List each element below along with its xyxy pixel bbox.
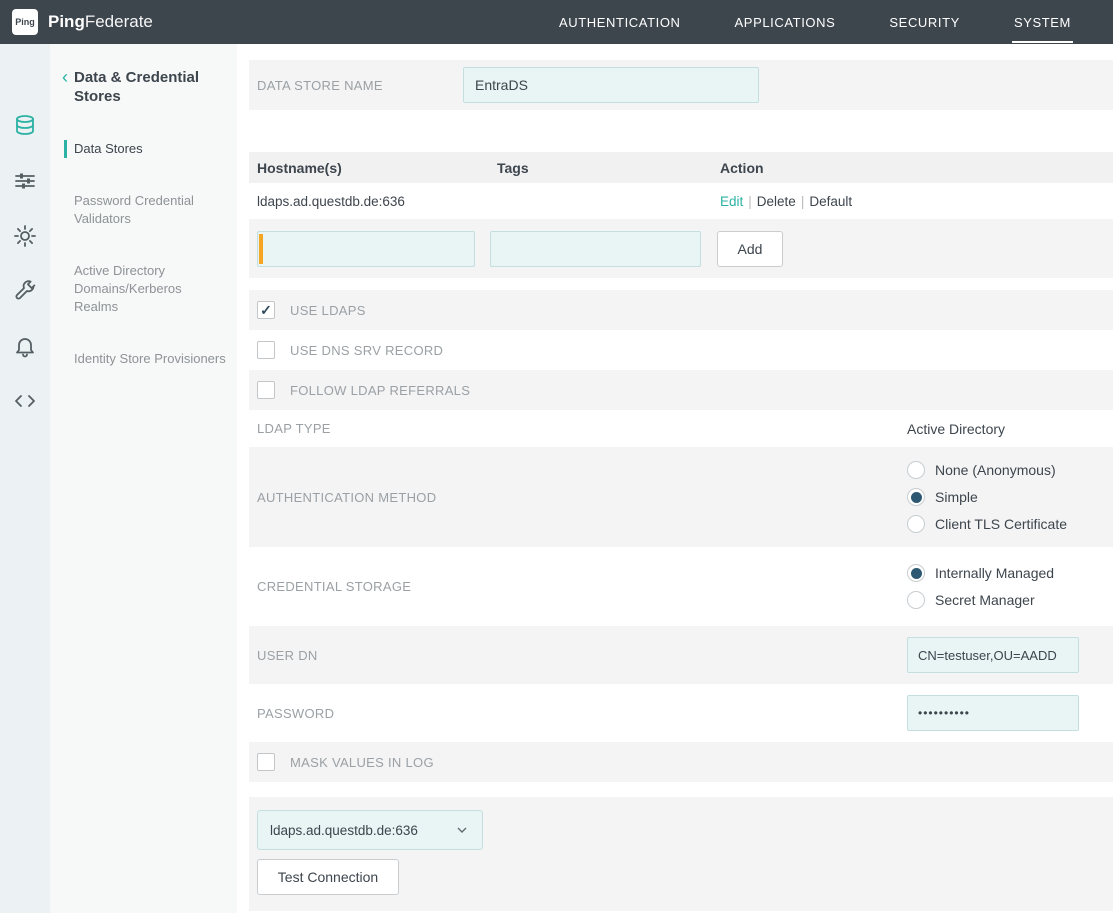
chevron-down-icon <box>454 822 470 838</box>
top-nav: AUTHENTICATION APPLICATIONS SECURITY SYS… <box>557 2 1113 43</box>
follow-ldap-referrals-checkbox[interactable]: ✓ <box>257 381 275 399</box>
new-hostname-input[interactable] <box>257 231 475 267</box>
sidebar-item-data-stores[interactable]: Data Stores <box>64 140 227 158</box>
tags-column-header: Tags <box>497 160 720 176</box>
password-label: PASSWORD <box>257 706 907 721</box>
follow-ldap-referrals-row: ✓ FOLLOW LDAP REFERRALS <box>249 370 1113 410</box>
authentication-method-row: AUTHENTICATION METHOD None (Anonymous) S… <box>249 447 1113 547</box>
host-hostname-cell: ldaps.ad.questdb.de:636 <box>257 194 497 209</box>
spacer <box>249 278 1113 290</box>
main-content: DATA STORE NAME Hostname(s) Tags Action … <box>237 44 1113 913</box>
data-store-name-row: DATA STORE NAME <box>249 60 1113 110</box>
user-dn-input[interactable] <box>907 637 1079 673</box>
cred-option-internally-managed[interactable]: Internally Managed <box>907 564 1054 582</box>
use-ldaps-checkbox[interactable]: ✓ <box>257 301 275 319</box>
edit-link[interactable]: Edit <box>720 194 743 209</box>
auth-option-simple-label: Simple <box>935 489 978 505</box>
authentication-method-options: None (Anonymous) Simple Client TLS Certi… <box>907 461 1067 533</box>
authentication-method-label: AUTHENTICATION METHOD <box>257 490 907 505</box>
sidebar-title: Data & Credential Stores <box>74 68 209 106</box>
default-link[interactable]: Default <box>809 194 852 209</box>
cred-option-secret-manager[interactable]: Secret Manager <box>907 591 1054 609</box>
brand-title: PingFederate <box>48 12 153 32</box>
app-window: Ping PingFederate AUTHENTICATION APPLICA… <box>0 0 1113 913</box>
sidebar-item-password-credential-validators[interactable]: Password Credential Validators <box>64 192 227 228</box>
sidebar-item-ad-domains-kerberos[interactable]: Active Directory Domains/Kerberos Realms <box>64 262 227 316</box>
spacer <box>249 782 1113 797</box>
test-connection-button[interactable]: Test Connection <box>257 859 399 895</box>
ldap-type-row: LDAP TYPE Active Directory <box>249 410 1113 447</box>
host-table-row: ldaps.ad.questdb.de:636 Edit | Delete | Defa… <box>249 183 1113 219</box>
add-host-row: Add <box>249 219 1113 278</box>
use-ldaps-label: USE LDAPS <box>290 303 366 318</box>
nav-authentication[interactable]: AUTHENTICATION <box>557 2 683 43</box>
password-row: PASSWORD <box>249 684 1113 742</box>
icon-rail <box>0 44 50 913</box>
host-select-dropdown[interactable]: ldaps.ad.questdb.de:636 <box>257 810 483 850</box>
sidebar-back-link[interactable]: ‹ Data & Credential Stores <box>62 68 237 106</box>
mask-values-row: ✓ MASK VALUES IN LOG <box>249 742 1113 782</box>
radio-client-tls-certificate[interactable] <box>907 515 925 533</box>
sidebar-menu: Data Stores Password Credential Validato… <box>62 140 237 368</box>
user-dn-row: USER DN <box>249 626 1113 684</box>
auth-option-none-label: None (Anonymous) <box>935 462 1056 478</box>
gear-icon[interactable] <box>13 224 37 248</box>
radio-none-anonymous[interactable] <box>907 461 925 479</box>
host-actions-cell: Edit | Delete | Default <box>720 194 1113 209</box>
back-chevron-icon: ‹ <box>62 68 68 87</box>
brand-light: Federate <box>85 12 153 31</box>
sliders-icon[interactable] <box>13 169 37 193</box>
new-hostname-field-wrap <box>257 231 475 267</box>
sidebar-item-identity-store-provisioners[interactable]: Identity Store Provisioners <box>64 350 227 368</box>
password-input[interactable] <box>907 695 1079 731</box>
bell-icon[interactable] <box>13 334 37 358</box>
auth-option-client-tls[interactable]: Client TLS Certificate <box>907 515 1067 533</box>
credential-storage-label: CREDENTIAL STORAGE <box>257 579 907 594</box>
use-dns-srv-label: USE DNS SRV RECORD <box>290 343 443 358</box>
hostname-column-header: Hostname(s) <box>257 160 497 176</box>
follow-ldap-referrals-label: FOLLOW LDAP REFERRALS <box>290 383 470 398</box>
user-dn-label: USER DN <box>257 648 907 663</box>
nav-system[interactable]: SYSTEM <box>1012 2 1073 43</box>
add-host-button[interactable]: Add <box>717 231 783 267</box>
radio-secret-manager[interactable] <box>907 591 925 609</box>
use-dns-srv-checkbox[interactable]: ✓ <box>257 341 275 359</box>
data-store-name-label: DATA STORE NAME <box>257 78 463 93</box>
code-icon[interactable] <box>13 389 37 413</box>
auth-option-simple[interactable]: Simple <box>907 488 1067 506</box>
brand-bold: Ping <box>48 12 85 31</box>
new-tags-input[interactable] <box>490 231 701 267</box>
new-tags-field-wrap <box>490 231 701 267</box>
test-connection-section: ldaps.ad.questdb.de:636 Test Connection <box>249 797 1113 911</box>
mask-values-checkbox[interactable]: ✓ <box>257 753 275 771</box>
radio-simple[interactable] <box>907 488 925 506</box>
sidebar: ‹ Data & Credential Stores Data Stores P… <box>50 44 237 913</box>
action-separator: | <box>748 194 752 209</box>
ping-logo-icon: Ping <box>12 9 38 35</box>
mask-values-label: MASK VALUES IN LOG <box>290 755 434 770</box>
auth-option-client-tls-label: Client TLS Certificate <box>935 516 1067 532</box>
top-bar: Ping PingFederate AUTHENTICATION APPLICA… <box>0 0 1113 44</box>
use-dns-srv-row: ✓ USE DNS SRV RECORD <box>249 330 1113 370</box>
credential-storage-row: CREDENTIAL STORAGE Internally Managed Se… <box>249 547 1113 626</box>
credential-storage-options: Internally Managed Secret Manager <box>907 564 1054 609</box>
delete-link[interactable]: Delete <box>757 194 796 209</box>
nav-applications[interactable]: APPLICATIONS <box>733 2 838 43</box>
data-store-name-input[interactable] <box>463 67 759 103</box>
checkmark-icon: ✓ <box>260 303 272 317</box>
use-ldaps-row: ✓ USE LDAPS <box>249 290 1113 330</box>
nav-security[interactable]: SECURITY <box>887 2 962 43</box>
data-stores-icon[interactable] <box>13 114 37 138</box>
wrench-icon[interactable] <box>13 279 37 303</box>
hosts-table-header: Hostname(s) Tags Action <box>249 152 1113 183</box>
cred-option-secret-manager-label: Secret Manager <box>935 592 1035 608</box>
cred-option-internally-managed-label: Internally Managed <box>935 565 1054 581</box>
host-select-value: ldaps.ad.questdb.de:636 <box>270 823 418 838</box>
auth-option-none[interactable]: None (Anonymous) <box>907 461 1067 479</box>
action-column-header: Action <box>720 160 1113 176</box>
ldap-type-value: Active Directory <box>907 421 1005 437</box>
ldap-type-label: LDAP TYPE <box>257 421 907 436</box>
radio-internally-managed[interactable] <box>907 564 925 582</box>
action-separator: | <box>801 194 805 209</box>
